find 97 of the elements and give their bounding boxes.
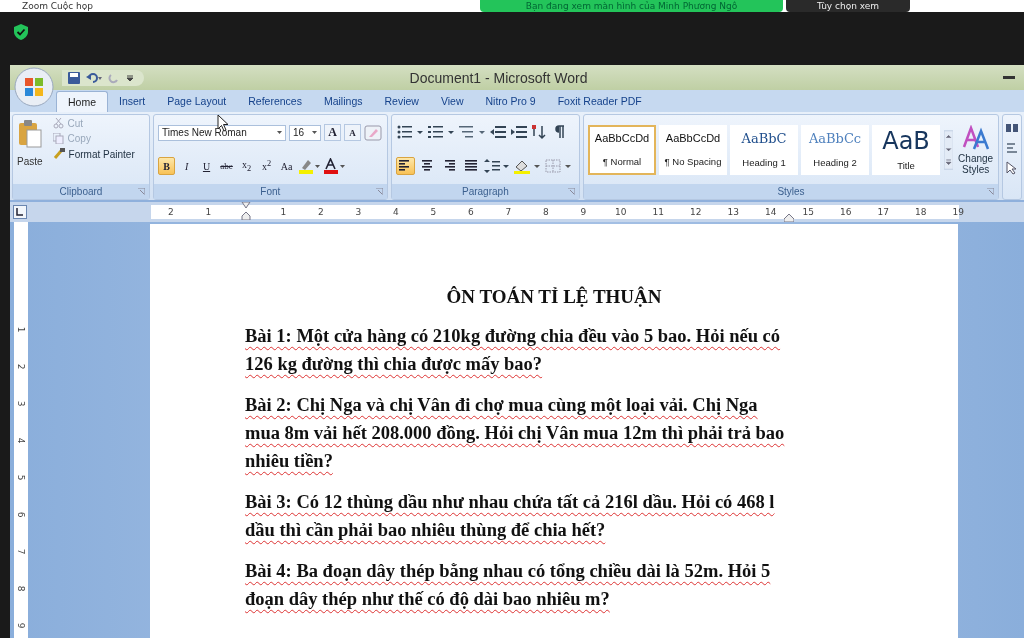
ribbon-tab[interactable]: Home xyxy=(56,91,108,112)
ruler-number: 18 xyxy=(915,207,927,217)
format-button[interactable]: U xyxy=(198,157,216,175)
format-button[interactable]: I xyxy=(178,157,196,175)
style-swatch[interactable]: AaBbCc Heading 2 xyxy=(801,124,869,175)
ruler-number: 5 xyxy=(15,474,27,481)
ribbon-tab[interactable]: Insert xyxy=(108,91,157,112)
exercise-paragraph: Bài 1: Một cửa hàng có 210kg đường chia đều vào 5 bao. Hỏi nếu có 126 kg đường thì chia được mấy bao? xyxy=(245,325,782,376)
style-swatch[interactable]: AaBbC Heading 1 xyxy=(730,124,798,175)
group-label: Font xyxy=(260,186,281,197)
ruler-number: 2 xyxy=(317,207,324,217)
group-label: Styles xyxy=(777,186,805,197)
dropdown-caret-icon[interactable] xyxy=(277,131,283,134)
ruler-number: 16 xyxy=(840,207,852,217)
ruler-number: 6 xyxy=(467,207,474,217)
increase-indent-icon[interactable] xyxy=(509,124,528,141)
ribbon-tab[interactable]: Nitro Pro 9 xyxy=(474,91,547,112)
ruler-number: 15 xyxy=(802,207,814,217)
view-options-button[interactable]: Tùy chọn xem xyxy=(786,0,910,12)
ruler-number: 13 xyxy=(727,207,739,217)
format-painter-button[interactable]: Format Painter xyxy=(52,148,135,160)
align-icon xyxy=(464,159,479,172)
ruler-number: 9 xyxy=(580,207,587,217)
ruler-number: 6 xyxy=(15,511,27,518)
scissors-icon xyxy=(52,118,64,129)
ruler-number: 1 xyxy=(15,326,27,333)
format-button[interactable]: x$^{2}$ xyxy=(258,157,276,175)
ruler-number: 5 xyxy=(430,207,437,217)
ruler-number: 7 xyxy=(505,207,512,217)
ruler-number: 17 xyxy=(877,207,889,217)
copy-icon xyxy=(52,133,64,144)
ribbon-tab[interactable]: References xyxy=(237,91,313,112)
format-button[interactable]: Aa xyxy=(278,157,296,175)
letters-icon xyxy=(961,124,990,151)
ruler-number: 12 xyxy=(690,207,702,217)
multilevel-list-icon[interactable] xyxy=(457,124,486,141)
ruler-number: 3 xyxy=(355,207,362,217)
change-styles-button[interactable]: Change Styles xyxy=(957,124,994,175)
exercise-paragraph: Bài 4: Ba đoạn dây thép bằng nhau có tổng chiều dài là 52m. Hỏi 5 đoạn dây thép như thế có độ dài bao nhiêu m? xyxy=(245,560,772,611)
app-title: Zoom Cuộc họp xyxy=(22,1,94,11)
grow-font-button[interactable]: A xyxy=(324,124,342,141)
ruler-number: 1 xyxy=(205,207,212,217)
ruler-number: 2 xyxy=(15,363,27,370)
exercise-paragraph: Bài 3: Có 12 thùng dầu như nhau chứa tất cả 216l dầu. Hỏi có 468 l dầu thì cần phải bao nhiêu thùng để chia hết? xyxy=(245,491,776,542)
ruler-number: 8 xyxy=(15,585,27,592)
document-heading: ÔN TOÁN TỈ LỆ THUẬN xyxy=(445,286,663,308)
paste-button[interactable]: Paste xyxy=(17,118,43,181)
ruler-number: 8 xyxy=(542,207,549,217)
select-pointer-icon[interactable] xyxy=(1006,161,1018,175)
ribbon-tab[interactable]: Foxit Reader PDF xyxy=(546,91,653,112)
ruler-number: 7 xyxy=(15,548,27,555)
ruler-number: 4 xyxy=(15,437,27,444)
ribbon-tab[interactable]: Page Layout xyxy=(156,91,238,112)
align-icon xyxy=(442,159,457,172)
ruler-number: 9 xyxy=(15,622,27,629)
format-button[interactable]: abe xyxy=(218,157,236,175)
shrink-font-button[interactable]: A xyxy=(344,124,362,141)
ribbon-tab[interactable]: View xyxy=(429,91,475,112)
line-spacing-icon[interactable] xyxy=(483,157,510,174)
group-label: Clipboard xyxy=(59,186,103,197)
save-icon[interactable] xyxy=(68,71,80,84)
font-name-field[interactable]: Times New Roman xyxy=(158,124,287,141)
customize-caret-icon[interactable] xyxy=(126,73,134,82)
format-button[interactable]: B xyxy=(158,157,176,175)
exercise-paragraph: Bài 2: Chị Nga và chị Vân đi chợ mua cùng một loại vải. Chị Nga mua 8m vải hết 208.000 đồng. Hỏi chị Vân mua 12m thì phải trả bao nhiêu tiền? xyxy=(245,394,786,473)
ribbon-tab[interactable]: Mailings xyxy=(312,91,374,112)
ruler-number: 19 xyxy=(952,207,964,217)
ruler-number: 3 xyxy=(15,400,27,407)
ruler-number: 10 xyxy=(615,207,627,217)
bullets-icon[interactable] xyxy=(395,124,424,141)
shield-icon xyxy=(14,24,28,40)
style-swatch[interactable]: AaBbCcDd ¶ Normal xyxy=(588,124,656,175)
ruler-number: 11 xyxy=(652,207,664,217)
indent-marker-icon[interactable] xyxy=(240,202,251,220)
ruler-number: 2 xyxy=(167,207,174,217)
undo-icon[interactable] xyxy=(86,71,102,84)
paintbrush-icon xyxy=(52,148,65,160)
decrease-indent-icon[interactable] xyxy=(488,124,507,141)
dropdown-caret-icon[interactable] xyxy=(312,131,318,134)
ruler-number: 1 xyxy=(280,207,287,217)
share-banner: Bạn đang xem màn hình của Minh Phương Ngô xyxy=(480,0,783,12)
group-label: Paragraph xyxy=(462,186,509,197)
font-color-icon[interactable] xyxy=(323,158,346,174)
numbering-icon[interactable] xyxy=(426,124,455,141)
style-swatch[interactable]: AaB Title xyxy=(872,124,940,175)
ribbon-tab[interactable]: Review xyxy=(373,91,430,112)
window-title: Document1 - Microsoft Word xyxy=(409,69,588,86)
align-button[interactable] xyxy=(395,156,415,175)
align-icon xyxy=(420,159,435,172)
ruler-number: 4 xyxy=(392,207,399,217)
sort-icon[interactable] xyxy=(530,124,549,141)
format-button[interactable]: x$_{2}$ xyxy=(238,157,256,175)
style-swatch[interactable]: AaBbCcDd ¶ No Spacing xyxy=(659,124,727,175)
ruler-number: 14 xyxy=(765,207,777,217)
font-size-field[interactable]: 16 xyxy=(289,124,322,141)
tab-selector-icon[interactable] xyxy=(13,205,27,219)
minimize-icon[interactable] xyxy=(1003,75,1015,80)
